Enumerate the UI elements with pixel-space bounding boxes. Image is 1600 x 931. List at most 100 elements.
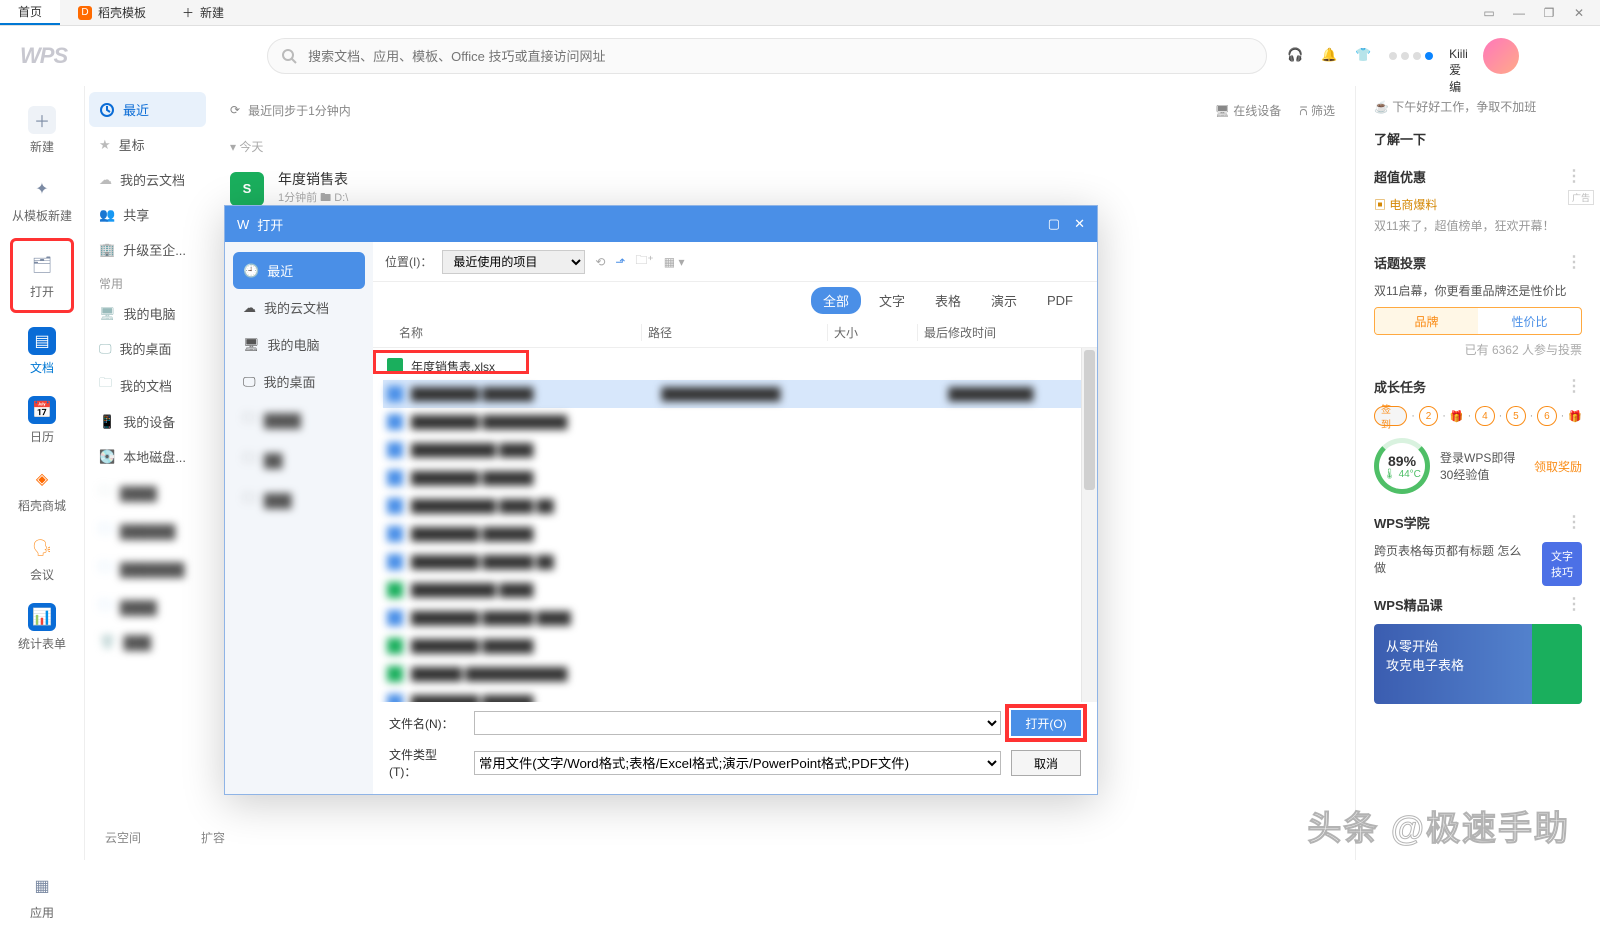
sync-icon: ⟳ xyxy=(230,103,240,117)
close-icon[interactable]: ✕ xyxy=(1568,5,1590,21)
progress-ring: 89%🌡 44°C xyxy=(1374,438,1430,494)
file-row[interactable]: ██████████ ████ xyxy=(383,436,1087,464)
up-icon[interactable]: ⬏ xyxy=(615,255,625,269)
file-list-scrollbar[interactable] xyxy=(1081,348,1097,702)
col-size[interactable]: 大小 xyxy=(827,324,917,341)
group-today: ▾ 今天 xyxy=(230,138,1335,155)
skin-icon[interactable]: 👕 xyxy=(1355,47,1373,65)
rail-docs[interactable]: ▤文档 xyxy=(0,317,84,386)
more-icon[interactable]: ⋮ xyxy=(1566,594,1582,614)
tab-new[interactable]: ＋新建 xyxy=(164,0,242,25)
nav-blur-5[interactable]: 🗑███ xyxy=(89,626,206,658)
dlg-side-mypc[interactable]: 🖥我的电脑 xyxy=(233,326,365,363)
back-icon[interactable]: ⟲ xyxy=(595,255,605,269)
nav-blur-2[interactable]: 🗀██████ xyxy=(89,512,206,550)
file-list[interactable]: 年度销售表.xlsx ████████ ████████████████████… xyxy=(373,348,1097,702)
win-menu-icon[interactable]: ▭ xyxy=(1478,5,1500,21)
col-mod[interactable]: 最后修改时间 xyxy=(917,324,1085,341)
more-icon[interactable]: ⋮ xyxy=(1566,166,1582,186)
app-header: WPS 🎧 🔔 👕 Kiili爱编 xyxy=(0,26,1600,86)
filter-text[interactable]: 文字 xyxy=(867,287,917,314)
nav-share[interactable]: 👥共享 xyxy=(89,197,206,232)
file-row[interactable]: ██████ ████████████ xyxy=(383,660,1087,688)
nav-mypc[interactable]: 🖥我的电脑 xyxy=(89,296,206,331)
filter-all[interactable]: 全部 xyxy=(811,287,861,314)
nav-blur-1[interactable]: 🗀████ xyxy=(89,474,206,512)
notification-icon[interactable]: 🔔 xyxy=(1321,47,1339,65)
rail-store[interactable]: ◈稻壳商城 xyxy=(0,455,84,524)
file-row[interactable]: ████████ ██████ xyxy=(383,688,1087,702)
devices-online-link[interactable]: 🖥 在线设备 xyxy=(1215,102,1282,119)
dialog-sidebar: 🕘最近 ☁我的云文档 🖥我的电脑 🖵我的桌面 🗀████ 🗀██ 🗀███ xyxy=(225,242,373,794)
col-path[interactable]: 路径 xyxy=(641,324,827,341)
more-icon[interactable]: ⋮ xyxy=(1566,512,1582,532)
global-search-input[interactable] xyxy=(267,38,1267,74)
more-icon[interactable]: ⋮ xyxy=(1566,252,1582,272)
rail-meeting[interactable]: 🗣会议 xyxy=(0,524,84,593)
nav-devices[interactable]: 📱我的设备 xyxy=(89,404,206,439)
scroll-thumb[interactable] xyxy=(1084,350,1095,490)
nav-recent[interactable]: 最近 xyxy=(89,92,206,127)
nav-blur-3[interactable]: 🗀███████ xyxy=(89,550,206,588)
sync-status: 最近同步于1分钟内 xyxy=(248,102,351,119)
vote-options[interactable]: 品牌 性价比 xyxy=(1374,307,1582,335)
view-icon[interactable]: ▦ ▾ xyxy=(664,255,685,269)
cloud-space-label[interactable]: 云空间 xyxy=(105,829,141,846)
file-row[interactable]: ████████ ██████████ xyxy=(383,408,1087,436)
file-row[interactable]: ████████ ██████ xyxy=(383,520,1087,548)
file-row[interactable]: ████████ ██████ ████ xyxy=(383,604,1087,632)
dlg-side-mycloud[interactable]: ☁我的云文档 xyxy=(233,289,365,326)
rail-calendar[interactable]: 📅日历 xyxy=(0,386,84,455)
rail-stats-form[interactable]: 📊统计表单 xyxy=(0,593,84,662)
tab-home[interactable]: 首页 xyxy=(0,0,60,25)
course-banner[interactable]: 从零开始 攻克电子表格 xyxy=(1374,624,1582,704)
file-row[interactable]: ████████ ██████ xyxy=(383,632,1087,660)
dialog-maximize-icon[interactable]: ▢ xyxy=(1048,216,1060,232)
tab-template[interactable]: D稻壳模板 xyxy=(60,0,164,25)
rail-from-template[interactable]: ✦从模板新建 xyxy=(0,165,84,234)
more-icon[interactable]: ⋮ xyxy=(1566,376,1582,396)
dialog-close-icon[interactable]: ✕ xyxy=(1074,216,1085,232)
nav-localdisk[interactable]: 💽本地磁盘... xyxy=(89,439,206,474)
file-row[interactable]: ████████ ██████ xyxy=(383,464,1087,492)
rail-new[interactable]: ＋新建 xyxy=(0,96,84,165)
file-row[interactable]: ████████ ██████████████████████████████ xyxy=(383,380,1087,408)
rail-apps[interactable]: ▦应用 xyxy=(0,862,84,931)
nav-mycloud[interactable]: ☁我的云文档 xyxy=(89,162,206,197)
cancel-button[interactable]: 取消 xyxy=(1011,750,1081,776)
nav-upgrade[interactable]: 🏢升级至企... xyxy=(89,232,206,267)
filetype-select[interactable]: 常用文件(文字/Word格式;表格/Excel格式;演示/PowerPoint格… xyxy=(474,751,1001,775)
filter-link[interactable]: ⩃ 筛选 xyxy=(1299,102,1335,119)
headset-icon[interactable]: 🎧 xyxy=(1287,47,1305,65)
dlg-side-desktop[interactable]: 🖵我的桌面 xyxy=(233,363,365,400)
nav-desktop[interactable]: 🖵我的桌面 xyxy=(89,331,206,366)
location-select[interactable]: 最近使用的项目 xyxy=(442,250,585,274)
file-row[interactable]: ██████████ ████ ██ xyxy=(383,492,1087,520)
filter-pdf[interactable]: PDF xyxy=(1035,289,1085,312)
claim-link[interactable]: 领取奖励 xyxy=(1534,458,1582,475)
filename-input[interactable] xyxy=(474,711,1001,735)
avatar[interactable] xyxy=(1483,38,1519,74)
col-name[interactable]: 名称 xyxy=(385,324,641,341)
greeting: ☕ 下午好好工作，争取不加班 xyxy=(1374,98,1582,115)
maximize-icon[interactable]: ❐ xyxy=(1538,5,1560,21)
minimize-icon[interactable]: — xyxy=(1508,5,1530,21)
filter-sheet[interactable]: 表格 xyxy=(923,287,973,314)
nav-star[interactable]: ★星标 xyxy=(89,127,206,162)
file-row[interactable]: ████████ ██████ ██ xyxy=(383,548,1087,576)
academy-card: WPS学院⋮ 文字技巧 跨页表格每页都有标题 怎么做 xyxy=(1374,512,1582,576)
vote-opt-brand[interactable]: 品牌 xyxy=(1375,308,1478,334)
dlg-side-recent[interactable]: 🕘最近 xyxy=(233,252,365,289)
dlg-side-blur-3[interactable]: 🗀███ xyxy=(233,480,365,520)
open-button[interactable]: 打开(O) xyxy=(1011,710,1081,736)
dlg-side-blur-2[interactable]: 🗀██ xyxy=(233,440,365,480)
newfolder-icon[interactable]: 🗀⁺ xyxy=(635,251,653,272)
rail-open[interactable]: 🗂打开 xyxy=(10,238,74,313)
signin-button[interactable]: 签到 xyxy=(1374,406,1407,426)
nav-mydocs[interactable]: 🗀我的文档 xyxy=(89,366,206,404)
dlg-side-blur-1[interactable]: 🗀████ xyxy=(233,400,365,440)
filter-slides[interactable]: 演示 xyxy=(979,287,1029,314)
file-row[interactable]: ██████████ ████ xyxy=(383,576,1087,604)
vote-opt-value[interactable]: 性价比 xyxy=(1478,308,1581,334)
nav-blur-4[interactable]: 🗀████ xyxy=(89,588,206,626)
